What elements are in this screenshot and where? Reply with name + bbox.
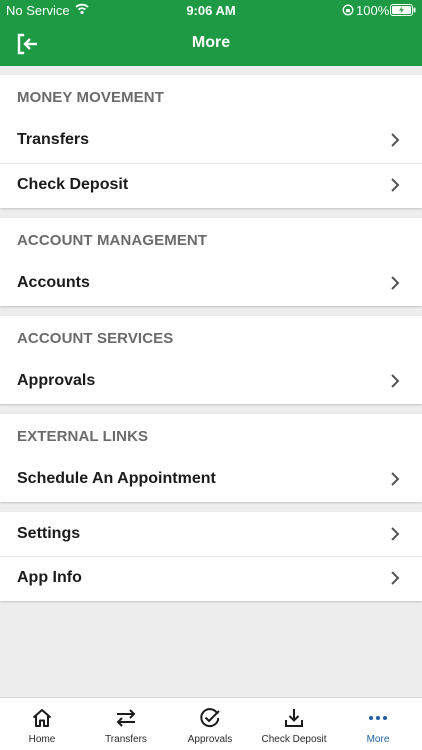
section-header: ACCOUNT MANAGEMENT	[17, 232, 208, 249]
chevron-right-icon	[390, 570, 400, 586]
section-header: ACCOUNT SERVICES	[17, 330, 174, 347]
tab-more[interactable]: More	[336, 698, 420, 750]
menu-item-label: Settings	[17, 525, 81, 542]
tab-check-deposit[interactable]: Check Deposit	[252, 698, 336, 750]
battery-percent: 100%	[356, 3, 390, 18]
menu-item-schedule-appointment[interactable]: Schedule An Appointment	[0, 457, 422, 502]
tab-label: Approvals	[187, 734, 233, 745]
battery-icon	[390, 4, 416, 19]
menu-item-label: Check Deposit	[17, 176, 129, 193]
chevron-right-icon	[390, 526, 400, 542]
chevron-right-icon	[390, 132, 400, 148]
status-bar: No Service 9:06 AM 100%	[0, 0, 422, 22]
menu-item-accounts[interactable]: Accounts	[0, 261, 422, 306]
menu-item-label: Transfers	[17, 131, 90, 148]
section-account-management: ACCOUNT MANAGEMENT Accounts	[0, 218, 422, 306]
chevron-right-icon	[390, 177, 400, 193]
menu-item-app-info[interactable]: App Info	[0, 556, 422, 601]
tab-approvals[interactable]: Approvals	[168, 698, 252, 750]
transfer-arrows-icon	[115, 707, 137, 729]
tab-label: More	[366, 734, 390, 745]
section-header: MONEY MOVEMENT	[17, 89, 164, 106]
rotation-lock-icon	[342, 4, 354, 19]
tab-label: Transfers	[105, 734, 147, 745]
page-title: More	[191, 34, 231, 51]
section-settings: Settings App Info	[0, 512, 422, 601]
chevron-right-icon	[390, 373, 400, 389]
section-money-movement: MONEY MOVEMENT Transfers Check Deposit	[0, 75, 422, 208]
section-header: EXTERNAL LINKS	[17, 428, 149, 445]
navigation-bar: More	[0, 22, 422, 66]
app-header: No Service 9:06 AM 100% More	[0, 0, 422, 66]
tab-label: Home	[28, 734, 56, 745]
section-external-links: EXTERNAL LINKS Schedule An Appointment	[0, 414, 422, 502]
section-account-services: ACCOUNT SERVICES Approvals	[0, 316, 422, 404]
tab-label: Check Deposit	[261, 734, 327, 745]
menu-item-check-deposit[interactable]: Check Deposit	[0, 163, 422, 208]
more-dots-icon	[367, 707, 389, 729]
menu-item-approvals[interactable]: Approvals	[0, 359, 422, 404]
menu-item-transfers[interactable]: Transfers	[0, 118, 422, 163]
download-tray-icon	[283, 707, 305, 729]
tab-bar: Home Transfers Approvals Check Deposit M…	[0, 697, 422, 750]
home-icon	[31, 707, 53, 729]
chevron-right-icon	[390, 471, 400, 487]
menu-item-label: Accounts	[17, 274, 90, 291]
menu-item-settings[interactable]: Settings	[0, 512, 422, 557]
chevron-right-icon	[390, 275, 400, 291]
tab-transfers[interactable]: Transfers	[84, 698, 168, 750]
menu-item-label: Schedule An Appointment	[17, 470, 216, 487]
tab-home[interactable]: Home	[0, 698, 84, 750]
menu-item-label: App Info	[17, 569, 82, 586]
check-circle-icon	[199, 707, 221, 729]
menu-item-label: Approvals	[17, 372, 96, 389]
